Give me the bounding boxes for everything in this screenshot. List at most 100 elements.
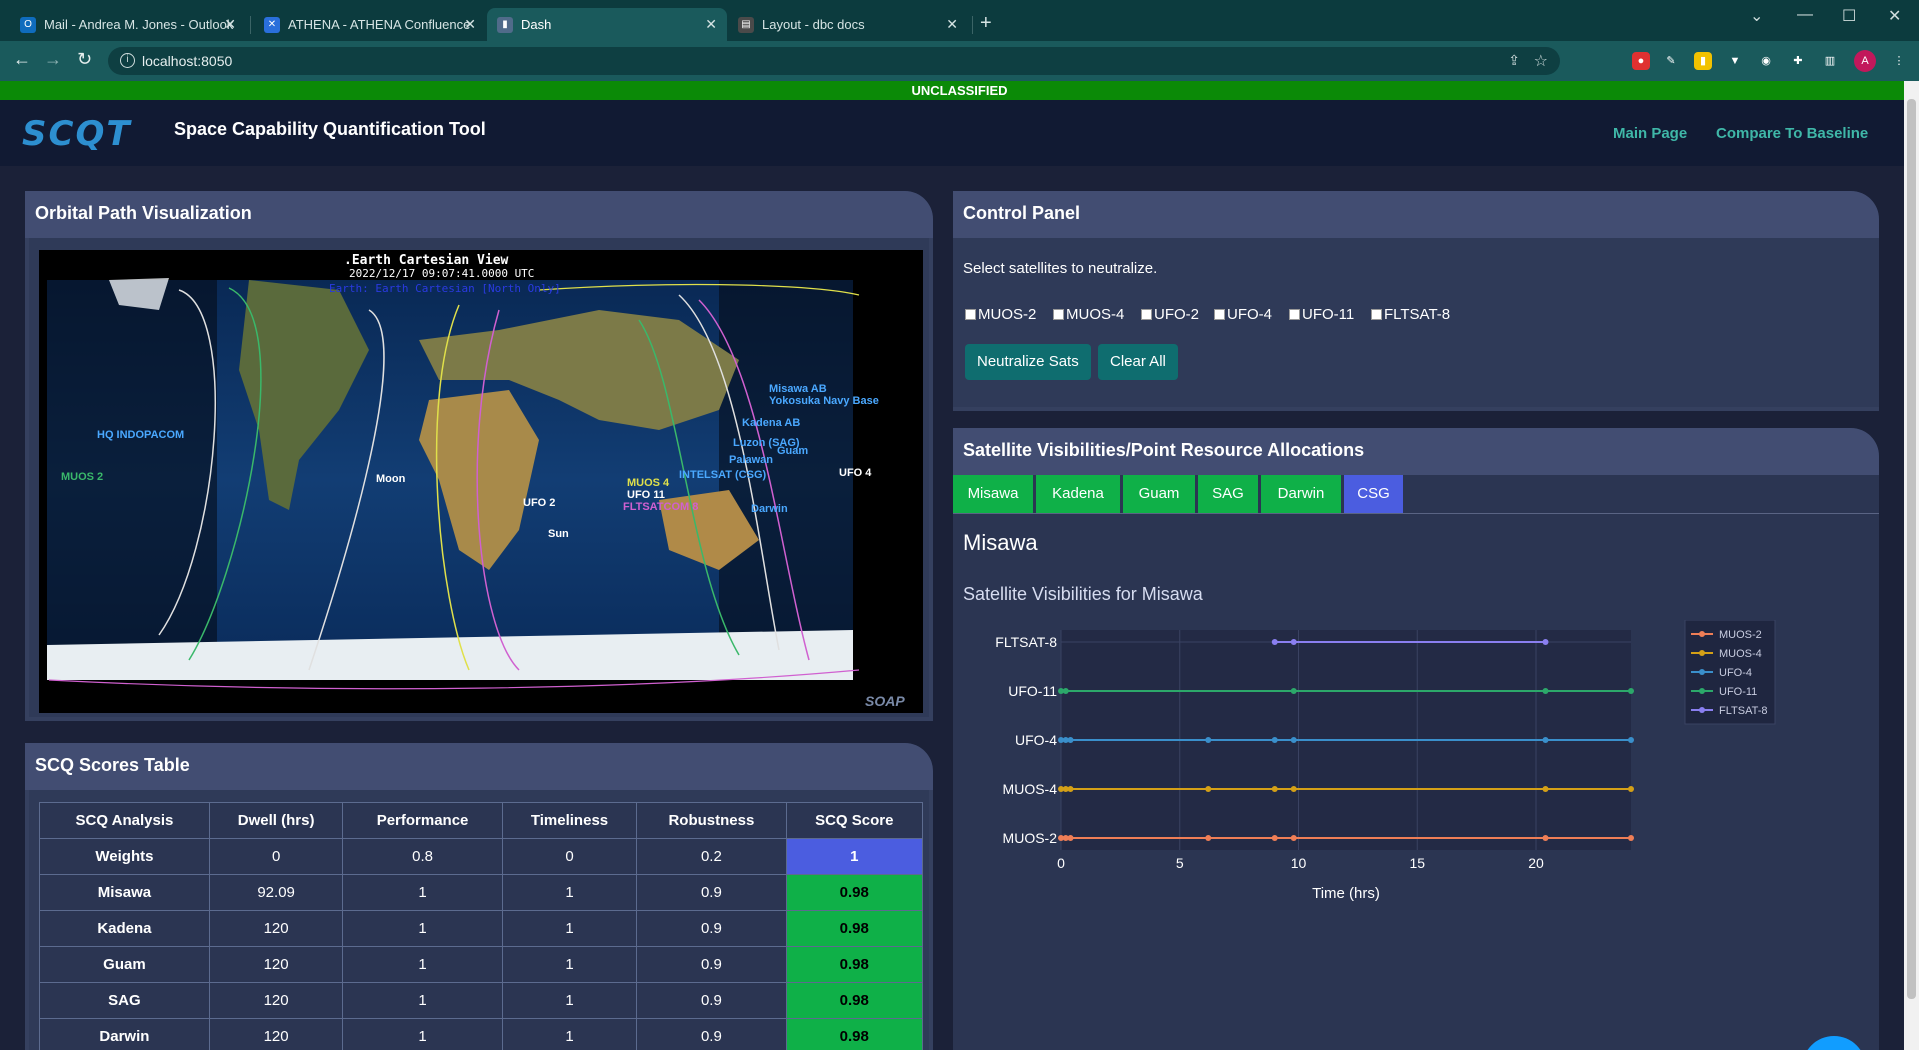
column-header: SCQ Score <box>785 802 924 839</box>
allocations-card: Satellite Visibilities/Point Resource Al… <box>953 428 1879 1050</box>
data-point <box>1271 786 1278 792</box>
close-icon[interactable]: ✕ <box>946 16 958 33</box>
browser-toolbar: ← → ↻ i localhost:8050 ⇪ ☆ ● ✎ ▮ ▼ ◉ ✚ ▥… <box>0 41 1919 81</box>
tab-title: ATHENA - ATHENA Confluence <box>288 17 471 32</box>
data-point <box>1205 737 1212 743</box>
checkbox-label: MUOS-2 <box>978 306 1037 323</box>
table-cell: 1 <box>501 1018 638 1050</box>
table-row: Guam 120 1 1 0.9 0.98 <box>39 946 924 983</box>
tab-misawa[interactable]: Misawa <box>953 475 1033 513</box>
label-ufo-2: UFO 2 <box>523 497 555 509</box>
checkbox-box[interactable] <box>1141 309 1152 320</box>
clear-all-button[interactable]: Clear All <box>1098 344 1178 380</box>
data-point <box>1542 688 1549 694</box>
data-point <box>1067 835 1074 841</box>
tab-csg[interactable]: CSG <box>1344 475 1403 513</box>
app-logo[interactable]: SCQT <box>22 114 132 154</box>
extension-icon[interactable]: ● <box>1632 52 1650 70</box>
tab-darwin[interactable]: Darwin <box>1261 475 1341 513</box>
table-row: Weights 0 0.8 0 0.2 1 <box>39 838 924 875</box>
checkbox-ufo-2[interactable]: UFO-2 <box>1141 306 1199 323</box>
browser-tab-athena[interactable]: ✕ ATHENA - ATHENA Confluence ✕ <box>254 8 486 41</box>
x-tick-label: 20 <box>1528 855 1544 871</box>
data-point <box>1271 737 1278 743</box>
table-cell: 0 <box>208 838 344 875</box>
card-title: Control Panel <box>953 191 1879 238</box>
label-sun: Sun <box>548 528 569 540</box>
address-bar[interactable]: i localhost:8050 ⇪ ☆ <box>108 47 1560 75</box>
table-cell: 1 <box>501 982 638 1019</box>
profile-avatar[interactable]: A <box>1854 50 1876 72</box>
checkbox-label: UFO-2 <box>1154 306 1199 323</box>
tab-title: Mail - Andrea M. Jones - Outlook <box>44 17 234 32</box>
browser-tab-dash[interactable]: ▮ Dash ✕ <box>487 8 727 41</box>
data-point <box>1067 786 1074 792</box>
chart-title: Satellite Visibilities for Misawa <box>963 584 1203 604</box>
forward-icon[interactable]: → <box>44 49 62 70</box>
row-label: Weights <box>39 838 210 875</box>
camera-extension-icon[interactable]: ◉ <box>1757 52 1775 70</box>
page-content: UNCLASSIFIED SCQT Space Capability Quant… <box>0 81 1919 1050</box>
checkbox-box[interactable] <box>1214 309 1225 320</box>
data-point <box>1542 737 1549 743</box>
info-icon[interactable]: i <box>120 53 135 68</box>
page-scrollbar[interactable] <box>1904 81 1919 1050</box>
checkbox-box[interactable] <box>965 309 976 320</box>
keep-extension-icon[interactable]: ▮ <box>1694 52 1712 70</box>
earth-cartesian-view[interactable]: .Earth Cartesian View 2022/12/17 09:07:4… <box>39 250 923 713</box>
url-text: localhost:8050 <box>142 53 233 69</box>
close-icon[interactable]: ✕ <box>464 16 476 33</box>
label-palawan: Palawan <box>729 454 773 466</box>
maximize-button[interactable]: ☐ <box>1842 6 1856 26</box>
orbital-path-card: Orbital Path Visualization .Earth Cartes… <box>25 191 933 721</box>
nav-compare-to-baseline[interactable]: Compare To Baseline <box>1716 125 1868 142</box>
column-header: SCQ Analysis <box>39 802 210 839</box>
checkbox-ufo-11[interactable]: UFO-11 <box>1289 306 1354 323</box>
chevron-down-icon[interactable]: ⌄ <box>1750 6 1763 26</box>
neutralize-sats-button[interactable]: Neutralize Sats <box>965 344 1091 380</box>
checkbox-ufo-4[interactable]: UFO-4 <box>1214 306 1272 323</box>
data-point <box>1628 737 1634 743</box>
tab-sag[interactable]: SAG <box>1198 475 1258 513</box>
label-hq-indopacom: HQ INDOPACOM <box>97 429 184 441</box>
window-close-button[interactable]: ✕ <box>1888 6 1901 26</box>
pen-extension-icon[interactable]: ✎ <box>1662 52 1680 70</box>
minimize-button[interactable]: — <box>1797 6 1813 24</box>
checkbox-box[interactable] <box>1053 309 1064 320</box>
classification-banner: UNCLASSIFIED <box>0 81 1919 100</box>
bookmark-star-icon[interactable]: ☆ <box>1534 51 1548 71</box>
tab-kadena[interactable]: Kadena <box>1036 475 1120 513</box>
checkbox-box[interactable] <box>1289 309 1300 320</box>
close-icon[interactable]: ✕ <box>705 16 717 33</box>
menu-icon[interactable]: ⋮ <box>1890 52 1908 70</box>
checkbox-muos-4[interactable]: MUOS-4 <box>1053 306 1124 323</box>
close-icon[interactable]: ✕ <box>224 16 236 33</box>
table-cell: 1 <box>501 874 638 911</box>
x-axis-label: Time (hrs) <box>1312 885 1380 902</box>
side-panel-icon[interactable]: ▥ <box>1821 52 1839 70</box>
share-icon[interactable]: ⇪ <box>1508 52 1520 69</box>
new-tab-button[interactable]: + <box>980 12 992 35</box>
row-label: Darwin <box>39 1018 210 1050</box>
scq-score-cell: 0.98 <box>785 874 924 911</box>
browser-tab-outlook[interactable]: O Mail - Andrea M. Jones - Outlook ✕ <box>10 8 246 41</box>
checkbox-muos-2[interactable]: MUOS-2 <box>965 306 1036 323</box>
visibility-chart[interactable]: 0 5 10 15 20 MUOS-2 MUOS-4 UFO-4 UFO-11 FLTSAT-8 T… <box>953 620 1879 980</box>
x-tick-label: 0 <box>1057 855 1065 871</box>
back-icon[interactable]: ← <box>13 49 31 70</box>
nav-main-page[interactable]: Main Page <box>1613 125 1687 142</box>
table-cell: 120 <box>208 982 344 1019</box>
label-yokosuka: Yokosuka Navy Base <box>769 395 879 407</box>
checkbox-fltsat-8[interactable]: FLTSAT-8 <box>1371 306 1450 323</box>
browser-tab-dbc-docs[interactable]: ▤ Layout - dbc docs ✕ <box>728 8 968 41</box>
checkbox-box[interactable] <box>1371 309 1382 320</box>
tab-guam[interactable]: Guam <box>1123 475 1195 513</box>
scq-score-cell: 0.98 <box>785 982 924 1019</box>
data-point <box>1542 639 1549 645</box>
vue-extension-icon[interactable]: ▼ <box>1726 52 1744 70</box>
confluence-icon: ✕ <box>264 16 280 33</box>
reload-icon[interactable]: ↻ <box>77 49 92 70</box>
puzzle-extensions-icon[interactable]: ✚ <box>1789 52 1807 70</box>
app-title: Space Capability Quantification Tool <box>174 119 486 139</box>
data-point <box>1290 688 1297 694</box>
